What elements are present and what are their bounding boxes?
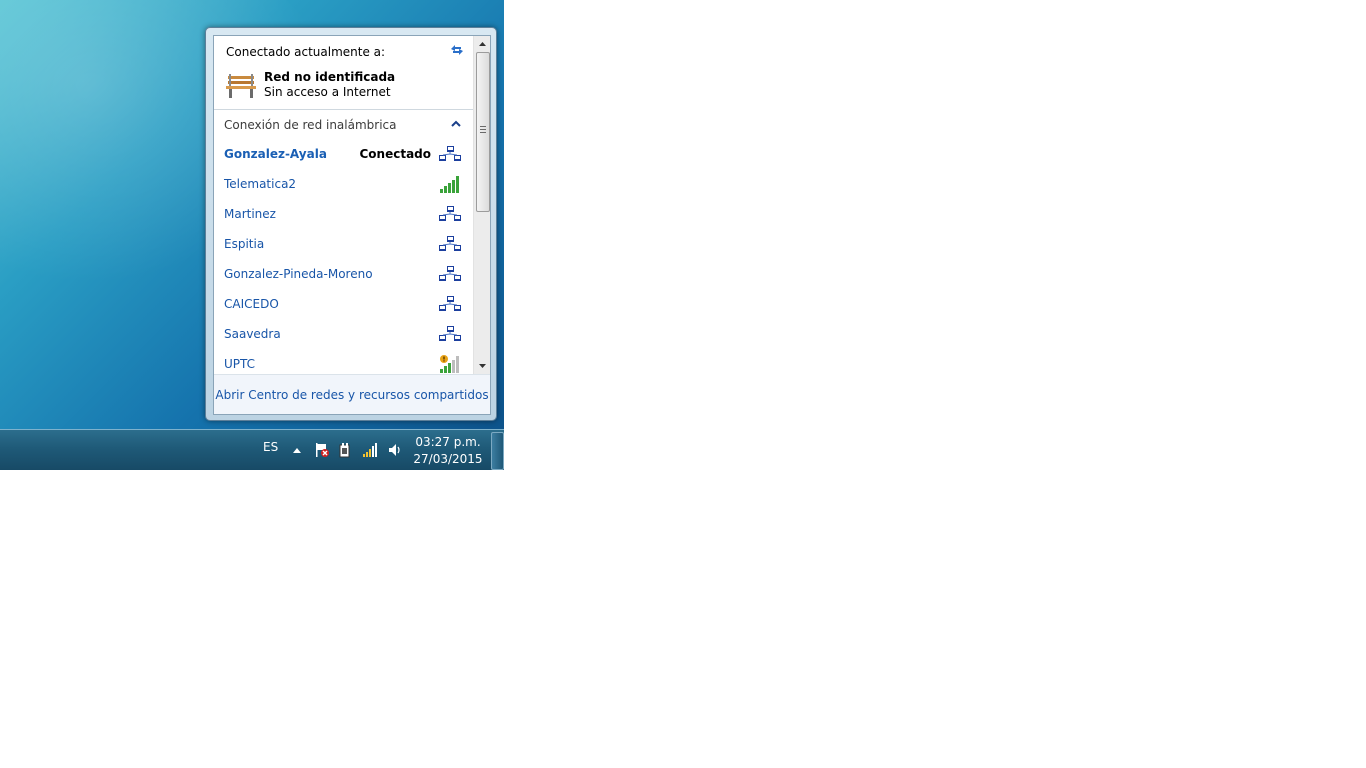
volume-icon[interactable]	[387, 442, 403, 458]
network-flyout: Conectado actualmente a: Red no identifi…	[205, 27, 497, 421]
open-network-center-link[interactable]: Abrir Centro de redes y recursos compart…	[214, 388, 490, 402]
network-item-martinez[interactable]: Martinez	[214, 199, 473, 229]
clock-date[interactable]: 27/03/2015	[408, 452, 488, 466]
network-name: Martinez	[224, 207, 276, 221]
network-item-saavedra[interactable]: Saavedra	[214, 319, 473, 349]
network-name: Saavedra	[224, 327, 281, 341]
show-desktop-button[interactable]	[491, 432, 504, 470]
network-icon	[439, 296, 461, 311]
current-network-name: Red no identificada	[264, 70, 396, 84]
network-item-espitia[interactable]: Espitia	[214, 229, 473, 259]
network-name: Telematica2	[224, 177, 297, 191]
network-status: Conectado	[359, 147, 431, 161]
current-connection-section: Conectado actualmente a: Red no identifi…	[214, 36, 473, 109]
action-center-flag-icon[interactable]	[314, 442, 330, 458]
scroll-down-icon[interactable]	[474, 358, 491, 374]
network-icon	[439, 146, 461, 161]
refresh-icon[interactable]	[449, 42, 465, 58]
chevron-up-icon[interactable]	[451, 120, 461, 128]
network-icon	[439, 236, 461, 251]
bench-icon	[226, 74, 256, 98]
network-name: UPTC	[224, 357, 256, 371]
network-icon	[439, 326, 461, 341]
show-hidden-icons[interactable]	[292, 446, 302, 454]
desktop: Conectado actualmente a: Red no identifi…	[0, 0, 504, 469]
grip-icon	[480, 126, 486, 133]
network-list-scrollbar[interactable]	[473, 36, 491, 374]
signal-warning-icon	[440, 355, 459, 373]
network-item-gonzalez-ayala[interactable]: Gonzalez-Ayala Conectado	[214, 139, 473, 169]
network-name: Espitia	[224, 237, 265, 251]
wireless-section-header[interactable]: Conexión de red inalámbrica	[224, 118, 397, 132]
flyout-footer: Abrir Centro de redes y recursos compart…	[214, 374, 490, 414]
network-signal-icon[interactable]	[362, 442, 378, 458]
power-icon[interactable]	[337, 442, 353, 458]
network-item-telematica2[interactable]: Telematica2	[214, 169, 473, 199]
language-indicator[interactable]: ES	[263, 440, 278, 454]
network-item-gonzalez-pineda-moreno[interactable]: Gonzalez-Pineda-Moreno	[214, 259, 473, 289]
clock-time[interactable]: 03:27 p.m.	[408, 435, 488, 449]
network-item-caicedo[interactable]: CAICEDO	[214, 289, 473, 319]
flyout-panel: Conectado actualmente a: Red no identifi…	[213, 35, 491, 415]
current-network-status: Sin acceso a Internet	[264, 85, 391, 99]
signal-full-icon	[440, 176, 459, 193]
network-icon	[439, 266, 461, 281]
scroll-up-icon[interactable]	[474, 36, 491, 52]
wireless-network-list: Gonzalez-Ayala Conectado Telematica2 Mar…	[214, 139, 473, 379]
network-name: Gonzalez-Pineda-Moreno	[224, 267, 373, 281]
network-name: CAICEDO	[224, 297, 279, 311]
taskbar: ES 03:27 p.m. 27/03/2015	[0, 429, 504, 470]
connected-heading: Conectado actualmente a:	[226, 45, 386, 59]
network-name: Gonzalez-Ayala	[224, 147, 327, 161]
divider	[214, 109, 473, 110]
scroll-thumb[interactable]	[476, 52, 490, 212]
network-icon	[439, 206, 461, 221]
